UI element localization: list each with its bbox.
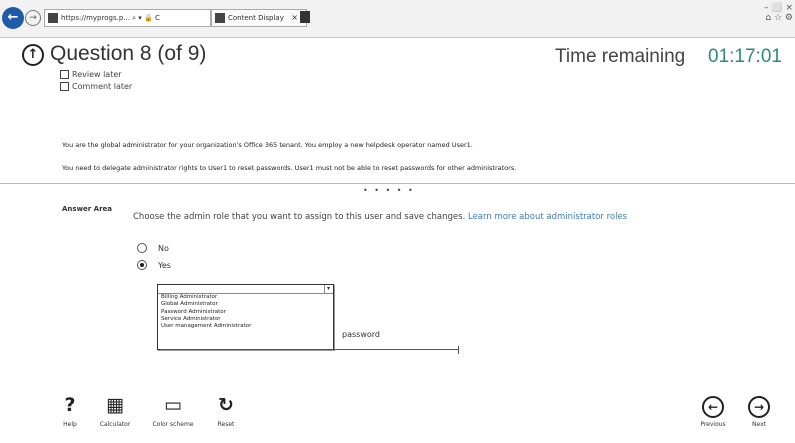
previous-label: Previous bbox=[700, 421, 726, 428]
calculator-button[interactable]: ▦ Calculator bbox=[92, 393, 138, 428]
color-scheme-label: Color scheme bbox=[152, 421, 194, 428]
field-underline-end bbox=[458, 346, 459, 354]
section-divider bbox=[0, 183, 795, 184]
tab-close-icon[interactable]: × bbox=[291, 10, 298, 26]
new-tab-button[interactable] bbox=[300, 11, 310, 23]
next-button[interactable]: → Next bbox=[744, 393, 774, 428]
browser-forward-button[interactable]: → bbox=[25, 10, 41, 26]
time-remaining-label: Time remaining bbox=[555, 46, 686, 67]
answer-instruction: Choose the admin role that you want to a… bbox=[133, 212, 627, 222]
monitor-icon[interactable]: ▭ bbox=[145, 393, 201, 417]
checkbox-box-icon[interactable] bbox=[60, 82, 69, 91]
question-title: Question 8 (of 9) bbox=[50, 42, 207, 65]
radio-circle-icon[interactable] bbox=[137, 243, 147, 253]
radio-no[interactable]: No bbox=[137, 243, 169, 255]
dropdown-option[interactable]: Password Administrator bbox=[158, 309, 333, 316]
radio-selected-icon[interactable] bbox=[137, 260, 147, 270]
statement-line-2: You need to delegate administrator right… bbox=[62, 164, 517, 172]
help-label: Help bbox=[63, 421, 77, 428]
checkbox-box-icon[interactable] bbox=[60, 70, 69, 79]
address-bar[interactable]: https://myprogs.p... ⌕ ▾ 🔒 C bbox=[44, 9, 211, 27]
dropdown-option[interactable]: Global Administrator bbox=[158, 301, 333, 308]
reset-label: Reset bbox=[217, 421, 235, 428]
site-favicon-icon bbox=[48, 13, 58, 23]
tab-favicon-icon bbox=[215, 13, 225, 23]
answer-area-label: Answer Area bbox=[62, 205, 113, 213]
statement-line-1: You are the global administrator for you… bbox=[62, 141, 473, 149]
comment-later-checkbox[interactable]: Comment later bbox=[60, 82, 132, 92]
next-label: Next bbox=[752, 421, 766, 428]
help-button[interactable]: ? Help bbox=[55, 393, 85, 428]
dropdown-option[interactable]: User management Administrator bbox=[158, 323, 333, 330]
resize-dots[interactable]: • • • • • bbox=[363, 186, 415, 195]
calculator-label: Calculator bbox=[99, 421, 131, 428]
previous-button[interactable]: ← Previous bbox=[696, 393, 730, 428]
calculator-icon[interactable]: ▦ bbox=[92, 393, 138, 417]
field-underline bbox=[160, 349, 458, 350]
reset-button[interactable]: ↻ Reset bbox=[206, 393, 246, 428]
radio-yes[interactable]: Yes bbox=[137, 260, 171, 272]
review-later-label: Review later bbox=[72, 70, 122, 79]
dropdown-option[interactable]: Service Administrator bbox=[158, 316, 333, 323]
home-star-gear-icons[interactable]: ⌂ ☆ ⚙ bbox=[765, 13, 793, 23]
radio-yes-label: Yes bbox=[158, 261, 171, 270]
exam-home-icon[interactable]: ↑ bbox=[22, 44, 44, 66]
review-later-checkbox[interactable]: Review later bbox=[60, 70, 122, 80]
arrow-right-icon[interactable]: → bbox=[748, 396, 770, 418]
browser-chrome: ← → https://myprogs.p... ⌕ ▾ 🔒 C Content… bbox=[0, 0, 795, 38]
window-controls[interactable]: – ⬜ × ⌂ ☆ ⚙ bbox=[764, 3, 793, 23]
reset-icon[interactable]: ↻ bbox=[206, 393, 246, 417]
tab-title: Content Display bbox=[228, 14, 284, 22]
dropdown-header[interactable]: ▾ bbox=[158, 285, 333, 294]
question-mark-icon[interactable]: ? bbox=[55, 393, 85, 417]
dropdown-arrow-icon[interactable]: ▾ bbox=[324, 285, 332, 293]
instruction-text: Choose the admin role that you want to a… bbox=[133, 212, 466, 222]
comment-later-label: Comment later bbox=[72, 82, 133, 91]
admin-role-dropdown[interactable]: ▾ Billing Administrator Global Administr… bbox=[157, 284, 334, 350]
time-remaining-value: 01:17:01 bbox=[708, 46, 782, 67]
password-text: password bbox=[342, 330, 380, 339]
address-text: https://myprogs.p... ⌕ ▾ 🔒 C bbox=[61, 14, 160, 22]
window-controls-text[interactable]: – ⬜ × bbox=[764, 3, 793, 13]
learn-more-link[interactable]: Learn more about administrator roles bbox=[468, 212, 627, 222]
dropdown-option[interactable]: Billing Administrator bbox=[158, 294, 333, 301]
color-scheme-button[interactable]: ▭ Color scheme bbox=[145, 393, 201, 428]
radio-no-label: No bbox=[158, 244, 169, 253]
browser-back-button[interactable]: ← bbox=[2, 7, 24, 29]
arrow-left-icon[interactable]: ← bbox=[702, 396, 724, 418]
browser-tab[interactable]: Content Display × bbox=[211, 9, 307, 27]
